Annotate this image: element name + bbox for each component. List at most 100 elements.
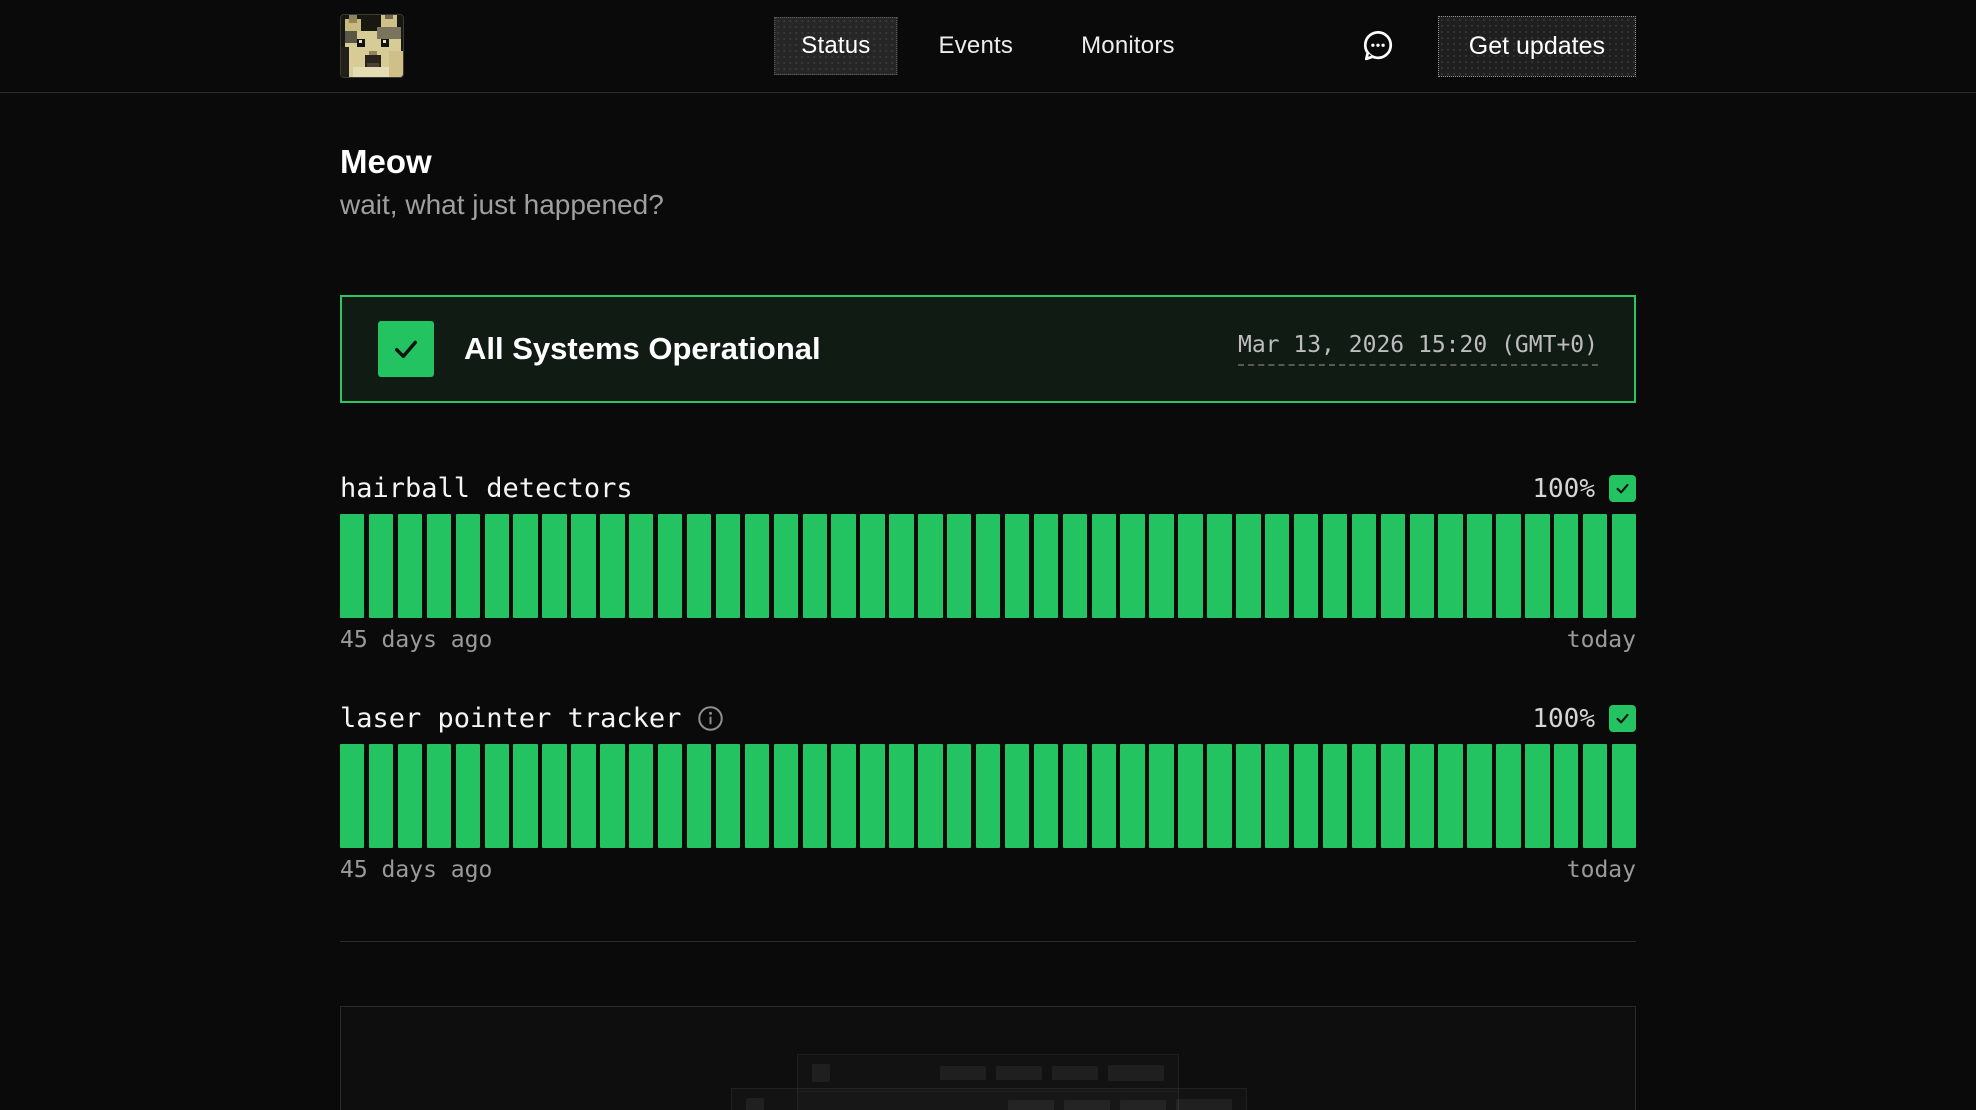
uptime-day-bar[interactable]: [716, 514, 740, 618]
uptime-day-bar[interactable]: [976, 514, 1000, 618]
uptime-day-bar[interactable]: [1352, 514, 1376, 618]
uptime-day-bar[interactable]: [687, 514, 711, 618]
uptime-day-bar[interactable]: [745, 744, 769, 848]
uptime-day-bar[interactable]: [1612, 514, 1636, 618]
uptime-day-bar[interactable]: [1496, 514, 1520, 618]
uptime-day-bar[interactable]: [1525, 514, 1549, 618]
uptime-day-bar[interactable]: [889, 514, 913, 618]
uptime-day-bar[interactable]: [513, 514, 537, 618]
uptime-day-bar[interactable]: [1034, 514, 1058, 618]
uptime-day-bar[interactable]: [1323, 514, 1347, 618]
uptime-day-bar[interactable]: [860, 514, 884, 618]
tab-status[interactable]: Status: [774, 17, 897, 75]
uptime-day-bar[interactable]: [1410, 744, 1434, 848]
uptime-day-bar[interactable]: [1554, 744, 1578, 848]
uptime-day-bar[interactable]: [687, 744, 711, 848]
uptime-day-bar[interactable]: [542, 514, 566, 618]
uptime-day-bar[interactable]: [1092, 514, 1116, 618]
chat-bubble-icon[interactable]: [1360, 28, 1396, 64]
uptime-day-bar[interactable]: [1525, 744, 1549, 848]
uptime-day-bar[interactable]: [658, 744, 682, 848]
uptime-day-bar[interactable]: [1063, 744, 1087, 848]
uptime-day-bar[interactable]: [1612, 744, 1636, 848]
uptime-day-bar[interactable]: [1438, 514, 1462, 618]
tab-monitors[interactable]: Monitors: [1054, 17, 1202, 75]
uptime-day-bar[interactable]: [803, 744, 827, 848]
uptime-day-bar[interactable]: [1120, 744, 1144, 848]
uptime-day-bar[interactable]: [1236, 514, 1260, 618]
uptime-day-bar[interactable]: [340, 744, 364, 848]
uptime-day-bar[interactable]: [398, 744, 422, 848]
uptime-day-bar[interactable]: [485, 514, 509, 618]
monitor-name[interactable]: laser pointer tracker: [340, 703, 681, 734]
uptime-day-bar[interactable]: [398, 514, 422, 618]
uptime-day-bar[interactable]: [1005, 514, 1029, 618]
monitor-name[interactable]: hairball detectors: [340, 473, 633, 504]
uptime-day-bar[interactable]: [860, 744, 884, 848]
uptime-day-bar[interactable]: [1467, 514, 1491, 618]
uptime-day-bar[interactable]: [485, 744, 509, 848]
uptime-day-bar[interactable]: [571, 514, 595, 618]
uptime-day-bar[interactable]: [1381, 744, 1405, 848]
tab-events[interactable]: Events: [912, 17, 1041, 75]
uptime-day-bar[interactable]: [1236, 744, 1260, 848]
uptime-day-bar[interactable]: [1120, 514, 1144, 618]
uptime-day-bar[interactable]: [1467, 744, 1491, 848]
uptime-day-bar[interactable]: [1583, 744, 1607, 848]
uptime-day-bar[interactable]: [1005, 744, 1029, 848]
uptime-day-bar[interactable]: [1265, 514, 1289, 618]
uptime-day-bar[interactable]: [774, 744, 798, 848]
uptime-day-bar[interactable]: [1265, 744, 1289, 848]
uptime-day-bar[interactable]: [1583, 514, 1607, 618]
uptime-day-bar[interactable]: [658, 514, 682, 618]
uptime-day-bar[interactable]: [1381, 514, 1405, 618]
cat-logo[interactable]: [340, 14, 404, 78]
uptime-day-bar[interactable]: [716, 744, 740, 848]
uptime-day-bar[interactable]: [774, 514, 798, 618]
uptime-day-bar[interactable]: [1294, 514, 1318, 618]
uptime-day-bar[interactable]: [976, 744, 1000, 848]
uptime-day-bar[interactable]: [918, 514, 942, 618]
uptime-day-bar[interactable]: [600, 514, 624, 618]
uptime-day-bar[interactable]: [1323, 744, 1347, 848]
uptime-day-bar[interactable]: [1352, 744, 1376, 848]
uptime-day-bar[interactable]: [1496, 744, 1520, 848]
uptime-day-bar[interactable]: [1092, 744, 1116, 848]
uptime-day-bar[interactable]: [1207, 744, 1231, 848]
uptime-day-bar[interactable]: [1178, 514, 1202, 618]
uptime-day-bar[interactable]: [1294, 744, 1318, 848]
uptime-day-bar[interactable]: [1554, 514, 1578, 618]
uptime-day-bar[interactable]: [600, 744, 624, 848]
uptime-day-bar[interactable]: [1149, 514, 1173, 618]
uptime-day-bar[interactable]: [803, 514, 827, 618]
uptime-day-bar[interactable]: [629, 744, 653, 848]
uptime-day-bar[interactable]: [369, 744, 393, 848]
uptime-day-bar[interactable]: [1178, 744, 1202, 848]
uptime-day-bar[interactable]: [456, 514, 480, 618]
uptime-day-bar[interactable]: [456, 744, 480, 848]
uptime-day-bar[interactable]: [1410, 514, 1434, 618]
get-updates-button[interactable]: Get updates: [1438, 16, 1636, 77]
uptime-day-bar[interactable]: [889, 744, 913, 848]
uptime-day-bar[interactable]: [918, 744, 942, 848]
uptime-day-bar[interactable]: [427, 744, 451, 848]
uptime-day-bar[interactable]: [831, 744, 855, 848]
uptime-day-bar[interactable]: [571, 744, 595, 848]
uptime-day-bar[interactable]: [427, 514, 451, 618]
uptime-day-bar[interactable]: [947, 744, 971, 848]
uptime-day-bar[interactable]: [947, 514, 971, 618]
uptime-day-bar[interactable]: [745, 514, 769, 618]
uptime-day-bar[interactable]: [1034, 744, 1058, 848]
info-icon[interactable]: [697, 705, 724, 732]
uptime-day-bar[interactable]: [1063, 514, 1087, 618]
uptime-day-bar[interactable]: [340, 514, 364, 618]
uptime-day-bar[interactable]: [629, 514, 653, 618]
uptime-day-bar[interactable]: [369, 514, 393, 618]
uptime-day-bar[interactable]: [542, 744, 566, 848]
uptime-day-bar[interactable]: [1149, 744, 1173, 848]
uptime-day-bar[interactable]: [513, 744, 537, 848]
uptime-day-bar[interactable]: [1207, 514, 1231, 618]
uptime-day-bar[interactable]: [831, 514, 855, 618]
uptime-day-bar[interactable]: [1438, 744, 1462, 848]
banner-timestamp[interactable]: Mar 13, 2026 15:20 (GMT+0): [1238, 332, 1598, 366]
